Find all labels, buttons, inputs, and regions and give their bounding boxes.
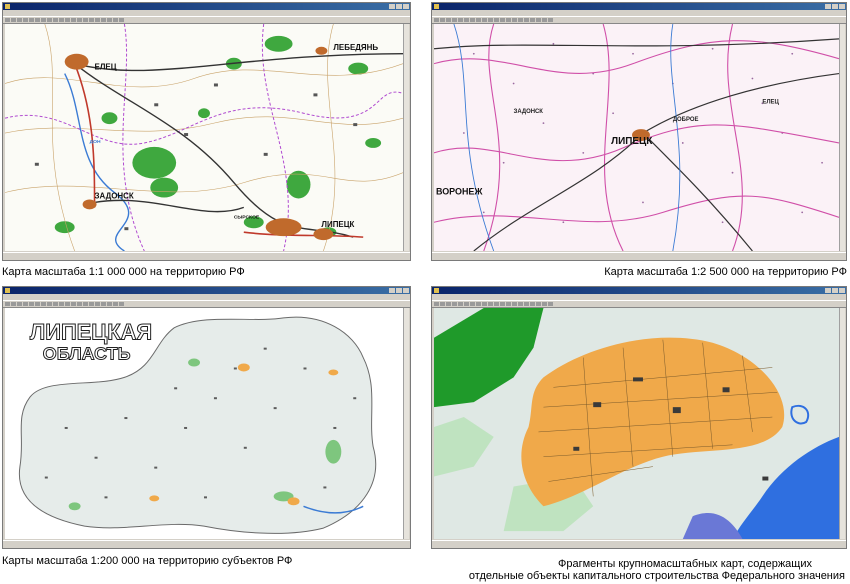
window-controls[interactable] xyxy=(825,288,845,293)
window-titlebar[interactable] xyxy=(432,3,846,10)
map-canvas[interactable]: ЛИПЕЦКАЯ ОБЛАСТЬ xyxy=(5,308,403,539)
map-label: ЗАДОНСК xyxy=(95,191,134,200)
toolbar[interactable] xyxy=(3,16,410,24)
app-icon xyxy=(5,288,10,293)
status-bar xyxy=(3,540,410,548)
status-bar xyxy=(432,252,846,260)
map-window-200k[interactable]: ЛИПЕЦКАЯ ОБЛАСТЬ xyxy=(2,286,411,549)
toolbar[interactable] xyxy=(3,300,410,308)
app-icon xyxy=(434,4,439,9)
vertical-scrollbar[interactable] xyxy=(403,24,409,251)
caption-2500k: Карта масштаба 1:2 500 000 на территорию… xyxy=(604,266,847,278)
window-controls[interactable] xyxy=(389,288,409,293)
map-label: ЛИПЕЦК xyxy=(321,220,354,229)
window-controls[interactable] xyxy=(389,4,409,9)
window-titlebar[interactable] xyxy=(3,287,410,294)
map-canvas[interactable]: ЛИПЕЦК ЗАДОНСК ДОБРОЕ ВОРОНЕЖ ЕЛЕЦ xyxy=(434,24,839,251)
status-bar xyxy=(3,252,410,260)
vertical-scrollbar[interactable] xyxy=(839,308,845,539)
map-label: ВОРОНЕЖ xyxy=(436,187,483,197)
oblast-map: ЛИПЕЦКАЯ ОБЛАСТЬ xyxy=(5,308,403,539)
map-label: ДОБРОЕ xyxy=(673,117,699,123)
regional-map: ЛИПЕЦК ЗАДОНСК ДОБРОЕ ВОРОНЕЖ ЕЛЕЦ xyxy=(434,24,839,251)
map-label: ЕЛЕЦ xyxy=(95,63,117,72)
map-window-1000k[interactable]: ЛЕБЕДЯНЬ ЕЛЕЦ ЗАДОНСК ЛИПЕЦК ДОН СЫРСКОЕ xyxy=(2,2,411,261)
map-label: СЫРСКОЕ xyxy=(234,214,260,220)
caption-largescale-line2: отдельные объекты капитального строитель… xyxy=(468,570,845,582)
map-label: ЛИПЕЦК xyxy=(611,136,653,147)
city-plan-map xyxy=(434,308,839,539)
map-label: ЗАДОНСК xyxy=(514,109,544,115)
window-titlebar[interactable] xyxy=(432,287,846,294)
toolbar[interactable] xyxy=(432,300,846,308)
toolbar[interactable] xyxy=(432,16,846,24)
region-title: ЛИПЕЦКАЯ xyxy=(30,320,152,345)
app-icon xyxy=(5,4,10,9)
window-controls[interactable] xyxy=(825,4,845,9)
map-window-largescale[interactable] xyxy=(431,286,847,549)
app-icon xyxy=(434,288,439,293)
map-canvas[interactable]: ЛЕБЕДЯНЬ ЕЛЕЦ ЗАДОНСК ЛИПЕЦК ДОН СЫРСКОЕ xyxy=(5,24,403,251)
map-canvas[interactable] xyxy=(434,308,839,539)
map-label: ДОН xyxy=(90,139,101,145)
caption-largescale-line1: Фрагменты крупномасштабных карт, содержа… xyxy=(558,558,812,570)
window-titlebar[interactable] xyxy=(3,3,410,10)
map-label: ЛЕБЕДЯНЬ xyxy=(333,43,378,52)
vertical-scrollbar[interactable] xyxy=(403,308,409,539)
caption-1000k: Карта масштаба 1:1 000 000 на территорию… xyxy=(2,266,245,278)
status-bar xyxy=(432,540,846,548)
map-label: ЕЛЕЦ xyxy=(762,99,779,105)
region-subtitle: ОБЛАСТЬ xyxy=(43,344,131,364)
topographic-map: ЛЕБЕДЯНЬ ЕЛЕЦ ЗАДОНСК ЛИПЕЦК ДОН СЫРСКОЕ xyxy=(5,24,403,251)
vertical-scrollbar[interactable] xyxy=(839,24,845,251)
map-window-2500k[interactable]: ЛИПЕЦК ЗАДОНСК ДОБРОЕ ВОРОНЕЖ ЕЛЕЦ xyxy=(431,2,847,261)
caption-200k: Карты масштаба 1:200 000 на территорию с… xyxy=(2,555,293,567)
